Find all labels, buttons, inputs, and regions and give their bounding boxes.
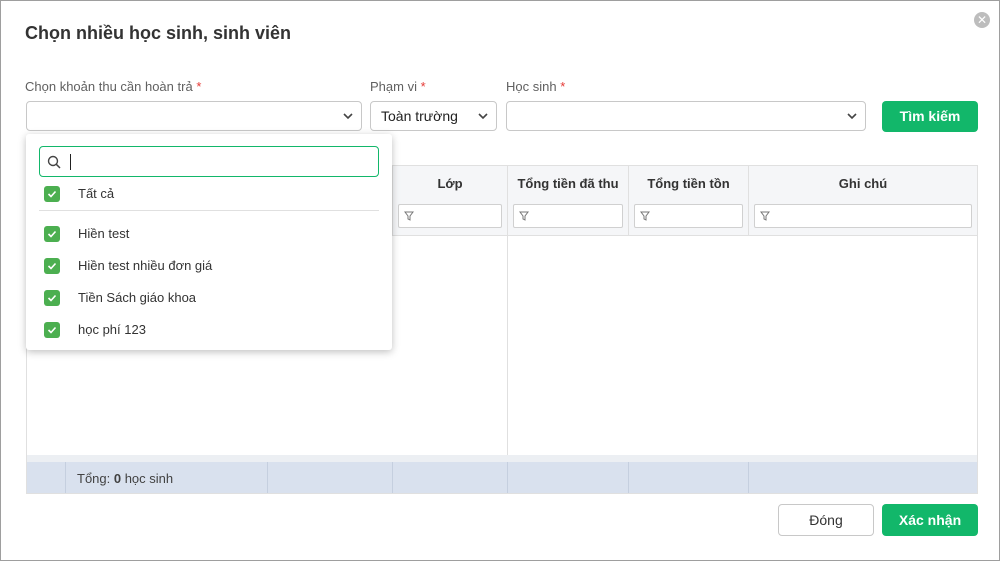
chevron-down-icon (343, 113, 353, 120)
checkbox-checked-icon[interactable] (44, 290, 60, 306)
search-button[interactable]: Tìm kiếm (882, 101, 978, 132)
balance-filter-input[interactable] (634, 204, 743, 228)
checkbox-checked-icon[interactable] (44, 226, 60, 242)
checkbox-checked-icon[interactable] (44, 186, 60, 202)
grid-scrollbar[interactable] (27, 455, 977, 462)
filter-icon (404, 211, 414, 221)
chevron-down-icon (847, 113, 857, 120)
col-title-paid: Tổng tiền đã thu (517, 176, 619, 191)
dropdown-search-input[interactable] (39, 146, 379, 177)
student-select[interactable] (506, 101, 866, 131)
chevron-down-icon (478, 113, 488, 120)
col-head-class: Lớp (392, 166, 507, 235)
col-title-class: Lớp (437, 176, 463, 191)
option-label: Hiền test (78, 226, 130, 241)
col-title-note: Ghi chú (838, 176, 888, 191)
option-label: Hiền test nhiều đơn giá (78, 258, 213, 273)
footer-separator (65, 462, 66, 493)
option-label: học phí 123 (78, 322, 146, 337)
close-button[interactable]: Đóng (778, 504, 874, 536)
footer-separator (628, 462, 629, 493)
total-count: Tổng: 0 học sinh (77, 471, 174, 486)
text-caret (70, 154, 71, 170)
footer-separator (267, 462, 268, 493)
dialog-title: Chọn nhiều học sinh, sinh viên (25, 23, 292, 43)
col-head-note: Ghi chú (748, 166, 977, 235)
scope-select-value: Toàn trường (381, 108, 458, 124)
class-filter-input[interactable] (398, 204, 502, 228)
filter-icon (640, 211, 650, 221)
note-filter-input[interactable] (754, 204, 972, 228)
filter-icon (519, 211, 529, 221)
dialog: Chọn nhiều học sinh, sinh viên ✕ Chọn kh… (0, 0, 1000, 561)
search-icon (47, 155, 61, 169)
col-title-balance: Tổng tiền tồn (647, 176, 730, 191)
fee-label: Chọn khoản thu cần hoàn trả * (25, 79, 202, 94)
checkbox-checked-icon[interactable] (44, 322, 60, 338)
grid-divider (507, 235, 508, 455)
scope-label: Phạm vi * (370, 79, 426, 94)
paid-filter-input[interactable] (513, 204, 623, 228)
footer-separator (507, 462, 508, 493)
option-label: Tiền Sách giáo khoa (78, 290, 197, 305)
scope-select[interactable]: Toàn trường (370, 101, 497, 131)
checkbox-checked-icon[interactable] (44, 258, 60, 274)
footer-separator (748, 462, 749, 493)
col-head-balance: Tổng tiền tồn (628, 166, 748, 235)
fee-dropdown-panel: Tất cả Hiền test Hiền test nhiều đơn giá… (26, 134, 392, 350)
footer-separator (392, 462, 393, 493)
close-icon[interactable]: ✕ (974, 12, 990, 28)
option-label: Tất cả (78, 186, 115, 201)
filter-icon (760, 211, 770, 221)
confirm-button[interactable]: Xác nhận (882, 504, 978, 536)
dropdown-divider (39, 210, 379, 211)
student-label: Học sinh * (506, 79, 566, 94)
col-head-paid: Tổng tiền đã thu (507, 166, 628, 235)
fee-select[interactable] (26, 101, 362, 131)
